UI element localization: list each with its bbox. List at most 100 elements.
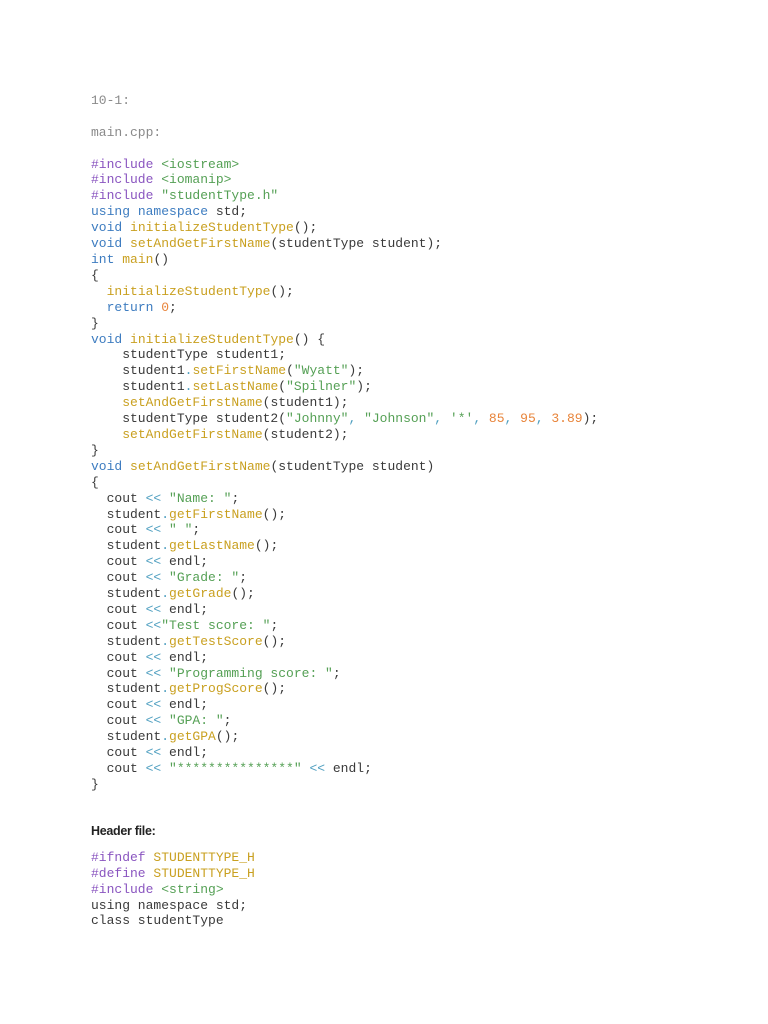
code-token: #ifndef — [91, 849, 154, 865]
code-token: "Johnny" — [286, 411, 349, 427]
code-token: << — [145, 522, 170, 538]
code-token: setLastName — [192, 379, 279, 395]
code-token: "studentType.h" — [161, 188, 279, 204]
code-token: setFirstName — [192, 363, 287, 379]
code-token: "Name: " — [169, 490, 232, 506]
code-token: "Johnson" — [364, 411, 435, 427]
code-token: , — [473, 411, 489, 427]
code-token: initializeStudentType — [130, 331, 294, 347]
code-token: setAndGetFirstName — [130, 236, 271, 252]
code-line: #include "studentType.h" — [91, 188, 598, 204]
code-token: void — [91, 331, 131, 347]
code-token: ; — [239, 570, 248, 586]
code-token: ); — [356, 379, 372, 395]
code-token: "Spilner" — [286, 379, 357, 395]
code-line: cout << "GPA: "; — [91, 713, 598, 729]
code-token: endl; — [332, 761, 372, 776]
code-token: "***************" — [169, 761, 302, 776]
code-token: . — [161, 729, 170, 745]
code-token: } — [91, 776, 99, 792]
code-line: cout << endl; — [91, 697, 598, 713]
code-line: cout << "Programming score: "; — [91, 666, 598, 682]
code-token: (); — [262, 681, 287, 697]
code-token: (student1); — [262, 395, 349, 411]
code-token: ); — [348, 363, 365, 379]
code-token: } — [91, 442, 99, 458]
code-token: endl; — [169, 601, 209, 617]
code-token: void — [91, 220, 131, 236]
code-line: } — [91, 443, 598, 459]
code-line: int main() — [91, 252, 598, 268]
code-token: ( — [286, 363, 294, 379]
code-token: "Programming score: " — [169, 665, 333, 681]
code-token: #include — [91, 156, 162, 172]
code-token: cout — [91, 554, 146, 570]
code-token: << — [145, 761, 170, 776]
code-line: cout << "Name: "; — [91, 491, 598, 507]
code-token: initializeStudentType — [130, 220, 294, 236]
code-token: getTestScore — [169, 633, 263, 649]
code-token: cout — [91, 490, 146, 506]
code-token: "Wyatt" — [293, 363, 349, 379]
code-token: using — [91, 204, 138, 220]
code-token: student — [91, 506, 162, 522]
code-line: } — [91, 777, 598, 793]
code-token: namespace — [137, 204, 216, 220]
code-token: setAndGetFirstName — [130, 458, 271, 474]
code-line: cout << "Grade: "; — [91, 570, 598, 586]
code-token: 85 — [488, 411, 505, 427]
code-line: cout << endl; — [91, 554, 598, 570]
code-token: student — [91, 681, 162, 697]
code-token: () — [153, 252, 170, 267]
code-token: STUDENTTYPE_H — [153, 849, 255, 865]
code-line: #define STUDENTTYPE_H — [91, 866, 598, 882]
code-token: { — [91, 267, 99, 283]
code-token: using namespace std; — [91, 897, 248, 913]
code-token: << — [145, 617, 162, 633]
code-token: int — [91, 252, 123, 267]
code-token: << — [145, 745, 170, 761]
code-token: (); — [270, 283, 294, 299]
header-file-heading: Header file: — [91, 823, 156, 838]
code-token: (studentType student) — [270, 458, 435, 474]
code-token: (); — [262, 633, 287, 649]
code-token: cout — [91, 601, 146, 617]
code-token: } — [91, 315, 99, 331]
code-line: #include <iomanip> — [91, 172, 598, 188]
code-line: student.getGrade(); — [91, 586, 598, 602]
code-token: cout — [91, 617, 146, 633]
code-token: . — [161, 586, 170, 602]
code-line: student.getLastName(); — [91, 538, 598, 554]
code-token: student — [91, 538, 162, 554]
code-line: initializeStudentType(); — [91, 284, 598, 300]
code-token: . — [161, 633, 170, 649]
code-token: . — [161, 681, 170, 697]
code-token: studentType student2( — [91, 411, 287, 427]
code-token: cout — [91, 697, 146, 713]
code-token: endl; — [169, 697, 209, 713]
code-token: 95 — [520, 411, 536, 427]
code-line: cout << endl; — [91, 602, 598, 618]
code-line: { — [91, 268, 598, 284]
code-token: << — [145, 554, 170, 570]
code-token: ); — [582, 411, 599, 427]
code-token: (student2); — [262, 426, 349, 442]
code-token: , — [348, 411, 365, 427]
code-token: ; — [192, 522, 201, 538]
document: 10-1: main.cpp: #include <iostream> #incl… — [91, 93, 598, 929]
code-token: getProgScore — [169, 681, 263, 697]
code-line: #ifndef STUDENTTYPE_H — [91, 850, 598, 866]
code-token: << — [145, 665, 170, 681]
code-line: setAndGetFirstName(student1); — [91, 395, 598, 411]
code-line: using namespace std; — [91, 204, 598, 220]
code-token: << — [145, 490, 170, 506]
code-token: (); — [215, 729, 240, 745]
code-token: << — [145, 713, 170, 729]
code-line: student.getFirstName(); — [91, 507, 598, 523]
code-token: student — [91, 633, 162, 649]
code-token: endl; — [169, 649, 209, 665]
code-token: . — [161, 538, 170, 554]
